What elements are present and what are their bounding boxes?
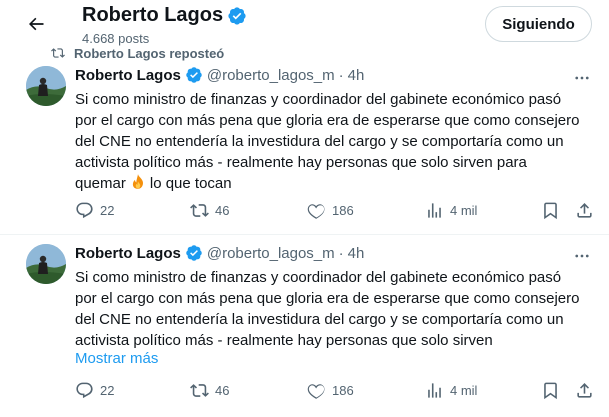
heart-icon: [307, 203, 325, 219]
tweet-text-line: por el cargo con más pena que gloria era…: [75, 290, 580, 307]
like-count: 186: [332, 382, 354, 398]
repost-icon: [190, 203, 209, 217]
tweet-text-line: Si como ministro de finanzas y coordinad…: [75, 269, 562, 286]
bookmark-button[interactable]: [541, 380, 560, 400]
views-button[interactable]: 4 mil: [425, 380, 477, 400]
timestamp[interactable]: 4h: [348, 245, 365, 262]
tweet-text-line: del CNE no entendería la investidura del…: [75, 133, 564, 150]
views-chart-icon: [428, 202, 441, 218]
tweet-actions: 22 46 186 4 mil: [75, 200, 595, 220]
views-chart-icon: [428, 382, 441, 398]
more-horizontal-icon: [575, 254, 589, 258]
profile-name: Roberto Lagos: [82, 4, 224, 26]
like-button[interactable]: 186: [307, 380, 354, 400]
tweet-text: Si como ministro de finanzas y coordinad…: [75, 267, 597, 351]
author-name[interactable]: Roberto Lagos: [75, 67, 181, 84]
reply-count: 22: [100, 202, 115, 218]
more-horizontal-icon: [575, 76, 589, 80]
author-handle[interactable]: @roberto_lagos_m: [207, 67, 335, 84]
like-button[interactable]: 186: [307, 200, 354, 220]
verified-badge-icon: [186, 245, 202, 261]
tweet-header: Roberto Lagos @roberto_lagos_m · 4h: [75, 66, 364, 84]
share-icon: [577, 382, 592, 398]
heart-icon: [307, 383, 325, 399]
verified-badge-icon: [186, 67, 202, 83]
views-count: 4 mil: [450, 382, 478, 398]
tweet[interactable]: Roberto Lagos @roberto_lagos_m · 4h Si c…: [0, 62, 609, 234]
tweet-text-line: del CNE no entendería la investidura del…: [75, 311, 564, 328]
repost-count: 46: [215, 382, 230, 398]
avatar[interactable]: [26, 244, 66, 284]
more-options-button[interactable]: [570, 244, 594, 268]
bookmark-icon: [544, 382, 557, 399]
views-button[interactable]: 4 mil: [425, 200, 477, 220]
share-button[interactable]: [575, 200, 594, 220]
timestamp[interactable]: 4h: [348, 67, 365, 84]
profile-header: Roberto Lagos 4.668 posts Siguiendo: [0, 0, 609, 46]
tweet-text-fragment: quemar: [75, 175, 126, 192]
tweet-text-fragment: lo que tocan: [149, 175, 232, 192]
views-count: 4 mil: [450, 202, 478, 218]
tweet-text: Si como ministro de finanzas y coordinad…: [75, 89, 597, 194]
tweet-text-line: activista político más - realmente hay p…: [75, 332, 493, 349]
tweet[interactable]: Roberto Lagos @roberto_lagos_m · 4h Si c…: [0, 234, 609, 417]
share-icon: [577, 202, 592, 218]
reply-icon: [76, 202, 93, 218]
reply-button[interactable]: 22: [75, 380, 114, 400]
author-name[interactable]: Roberto Lagos: [75, 245, 181, 262]
arrow-left-icon: [29, 17, 44, 31]
reply-icon: [76, 382, 93, 398]
bookmark-button[interactable]: [541, 200, 560, 220]
repost-button[interactable]: 46: [190, 380, 229, 400]
following-button[interactable]: Siguiendo: [485, 6, 592, 42]
show-more-link[interactable]: Mostrar más: [75, 350, 158, 367]
header-title: Roberto Lagos: [82, 4, 247, 27]
author-handle[interactable]: @roberto_lagos_m: [207, 245, 335, 262]
tweet-text-line: Si como ministro de finanzas y coordinad…: [75, 91, 562, 108]
reply-count: 22: [100, 382, 115, 398]
like-count: 186: [332, 202, 354, 218]
verified-badge-icon: [228, 6, 246, 25]
repost-label: Roberto Lagos reposteó: [74, 45, 225, 61]
tweet-actions: 22 46 186 4 mil: [75, 380, 595, 400]
bookmark-icon: [544, 202, 557, 219]
repost-icon: [190, 383, 209, 397]
more-options-button[interactable]: [570, 66, 594, 90]
back-button[interactable]: [22, 10, 50, 38]
tweet-header: Roberto Lagos @roberto_lagos_m · 4h: [75, 244, 364, 262]
tweet-text-line: activista político más - realmente hay p…: [75, 154, 527, 171]
repost-button[interactable]: 46: [190, 200, 229, 220]
share-button[interactable]: [575, 380, 594, 400]
tweet-text-line: por el cargo con más pena que gloria era…: [75, 112, 580, 129]
repost-icon: [51, 48, 65, 58]
separator-dot: ·: [338, 66, 344, 84]
avatar[interactable]: [26, 66, 66, 106]
separator-dot: ·: [338, 244, 344, 262]
repost-indicator: Roberto Lagos reposteó: [50, 44, 224, 62]
tweet-text-line-5: quemar lo que tocan: [75, 173, 597, 194]
reply-button[interactable]: 22: [75, 200, 114, 220]
fire-emoji-icon: [132, 174, 143, 189]
repost-count: 46: [215, 202, 230, 218]
